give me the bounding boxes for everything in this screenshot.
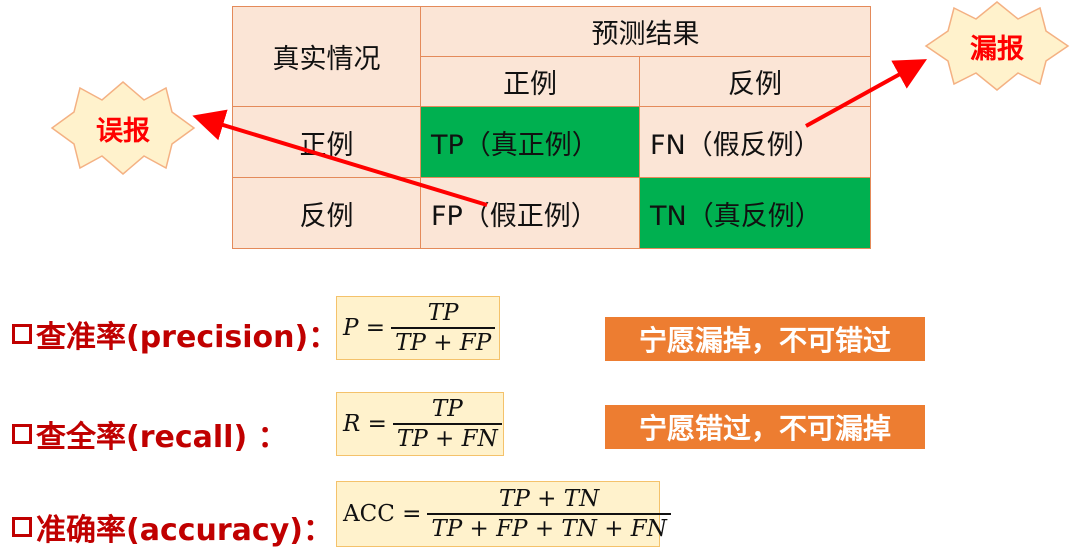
header-actual: 真实情况 — [232, 6, 421, 107]
recall-formula: R = TP TP + FN — [336, 392, 504, 456]
cell-true-negative: TN（真反例） — [639, 177, 871, 249]
recall-denominator: TP + FN — [396, 425, 498, 452]
precision-label: 查准率(precision)： — [12, 312, 338, 356]
accuracy-numerator: TP + TN — [499, 486, 600, 513]
precision-numerator: TP — [427, 300, 459, 327]
row-positive: 正例 — [232, 106, 421, 178]
false-alarm-label: 误报 — [96, 115, 150, 147]
accuracy-denominator: TP + FP + TN + FN — [431, 515, 667, 542]
column-negative: 反例 — [639, 56, 871, 107]
row-negative: 反例 — [232, 177, 421, 249]
accuracy-fraction: TP + TN TP + FP + TN + FN — [427, 485, 671, 543]
precision-formula-lhs: P = — [343, 315, 386, 341]
accuracy-formula-lhs: ACC = — [343, 501, 422, 527]
bullet-icon — [12, 324, 32, 344]
bullet-icon — [12, 517, 32, 537]
missed-label: 漏报 — [970, 33, 1024, 65]
cell-true-positive: TP（真正例） — [420, 106, 640, 178]
precision-label-text: 查准率(precision)： — [36, 320, 339, 355]
recall-tag: 宁愿错过，不可漏掉 — [605, 405, 925, 449]
recall-fraction: TP TP + FN — [392, 395, 502, 453]
precision-fraction: TP TP + FP — [391, 299, 496, 357]
accuracy-label: 准确率(accuracy)： — [12, 505, 333, 549]
cell-false-positive: FP（假正例） — [420, 177, 640, 249]
cell-false-negative: FN（假反例） — [639, 106, 871, 178]
false-alarm-badge: 误报 — [50, 80, 196, 176]
recall-formula-lhs: R = — [343, 411, 387, 437]
recall-label-text: 查全率(recall) ： — [36, 420, 288, 455]
precision-tag: 宁愿漏掉，不可错过 — [605, 317, 925, 361]
header-predicted: 预测结果 — [420, 6, 871, 57]
recall-numerator: TP — [431, 396, 463, 423]
bullet-icon — [12, 424, 32, 444]
confusion-matrix-table: 真实情况 预测结果 正例 反例 正例 TP（真正例） FN（假反例） 反例 FP… — [232, 6, 871, 249]
column-positive: 正例 — [420, 56, 640, 107]
precision-denominator: TP + FP — [395, 329, 492, 356]
precision-formula: P = TP TP + FP — [336, 296, 500, 360]
recall-label: 查全率(recall) ： — [12, 412, 288, 456]
accuracy-label-text: 准确率(accuracy)： — [36, 513, 333, 548]
accuracy-formula: ACC = TP + TN TP + FP + TN + FN — [336, 481, 671, 547]
missed-badge: 漏报 — [924, 0, 1070, 92]
